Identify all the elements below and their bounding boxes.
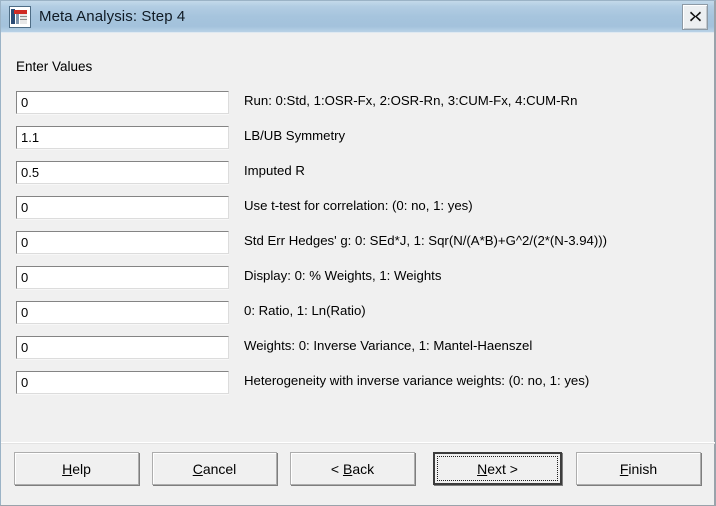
value-label-weights: Weights: 0: Inverse Variance, 1: Mantel-… <box>244 338 533 353</box>
value-row: Weights: 0: Inverse Variance, 1: Mantel-… <box>1 336 716 371</box>
divider <box>1 443 715 444</box>
value-input-std-err-hedges-g[interactable] <box>16 231 229 254</box>
cancel-button[interactable]: Cancel <box>152 452 277 485</box>
finish-button[interactable]: Finish <box>576 452 701 485</box>
value-row: Std Err Hedges' g: 0: SEd*J, 1: Sqr(N/(A… <box>1 231 716 266</box>
value-input-weights[interactable] <box>16 336 229 359</box>
value-row: Use t-test for correlation: (0: no, 1: y… <box>1 196 716 231</box>
value-label-t-test: Use t-test for correlation: (0: no, 1: y… <box>244 198 473 213</box>
value-label-ratio: 0: Ratio, 1: Ln(Ratio) <box>244 303 366 318</box>
close-icon[interactable] <box>682 3 708 30</box>
value-row: Run: 0:Std, 1:OSR-Fx, 2:OSR-Rn, 3:CUM-Fx… <box>1 91 716 126</box>
value-input-heterogeneity[interactable] <box>16 371 229 394</box>
value-label-run: Run: 0:Std, 1:OSR-Fx, 2:OSR-Rn, 3:CUM-Fx… <box>244 93 578 108</box>
value-row: Imputed R <box>1 161 716 196</box>
value-row: Heterogeneity with inverse variance weig… <box>1 371 716 406</box>
value-label-lb-ub-symmetry: LB/UB Symmetry <box>244 128 346 143</box>
chart-document-icon <box>9 5 31 28</box>
value-label-imputed-r: Imputed R <box>244 163 305 178</box>
back-button[interactable]: < Back <box>290 452 415 485</box>
value-row: LB/UB Symmetry <box>1 126 716 161</box>
value-input-display[interactable] <box>16 266 229 289</box>
value-label-display: Display: 0: % Weights, 1: Weights <box>244 268 442 283</box>
dialog-window: Meta Analysis: Step 4 Enter Values Run: … <box>0 0 716 506</box>
value-label-heterogeneity: Heterogeneity with inverse variance weig… <box>244 373 590 388</box>
value-input-lb-ub-symmetry[interactable] <box>16 126 229 149</box>
value-label-std-err-hedges-g: Std Err Hedges' g: 0: SEd*J, 1: Sqr(N/(A… <box>244 233 608 248</box>
value-input-t-test[interactable] <box>16 196 229 219</box>
value-row: 0: Ratio, 1: Ln(Ratio) <box>1 301 716 336</box>
value-input-imputed-r[interactable] <box>16 161 229 184</box>
values-form: Run: 0:Std, 1:OSR-Fx, 2:OSR-Rn, 3:CUM-Fx… <box>1 91 716 406</box>
next-button[interactable]: Next > <box>433 452 562 485</box>
title-bar: Meta Analysis: Step 4 <box>1 1 714 33</box>
dialog-button-bar: Help Cancel < Back Next > Finish <box>1 442 715 505</box>
section-label: Enter Values <box>16 59 93 74</box>
window-title: Meta Analysis: Step 4 <box>39 8 186 25</box>
help-button[interactable]: Help <box>14 452 139 485</box>
dialog-body: Enter Values Run: 0:Std, 1:OSR-Fx, 2:OSR… <box>1 33 716 505</box>
value-row: Display: 0: % Weights, 1: Weights <box>1 266 716 301</box>
focus-ring <box>437 456 558 481</box>
value-input-ratio[interactable] <box>16 301 229 324</box>
value-input-run[interactable] <box>16 91 229 114</box>
